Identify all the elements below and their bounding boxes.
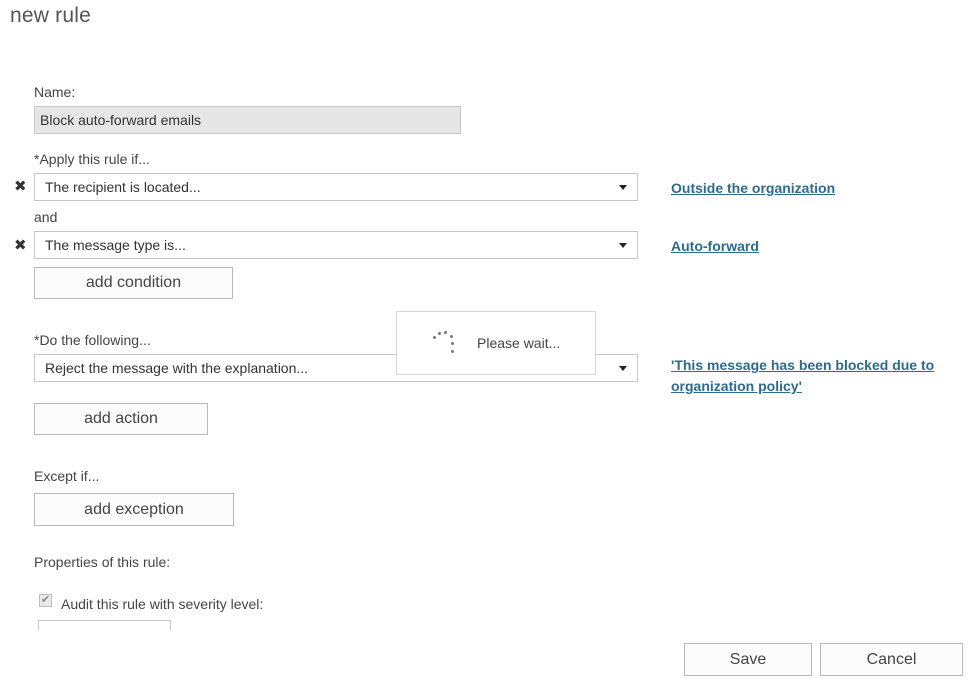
remove-condition-1-x-icon[interactable]: ✖ bbox=[14, 179, 27, 194]
condition-1-value-link[interactable]: Outside the organization bbox=[671, 180, 835, 196]
chevron-down-icon bbox=[619, 184, 627, 190]
actions-label: *Do the following... bbox=[34, 332, 151, 348]
condition-1-select[interactable]: The recipient is located... bbox=[34, 173, 638, 201]
name-label: Name: bbox=[34, 84, 76, 100]
exceptions-label: Except if... bbox=[34, 468, 100, 484]
action-1-value-link[interactable]: 'This message has been blocked due to or… bbox=[671, 355, 961, 397]
page-title: new rule bbox=[10, 4, 91, 27]
severity-level-select[interactable] bbox=[38, 620, 171, 630]
condition-1-select-value: The recipient is located... bbox=[45, 179, 201, 195]
condition-2-value-link[interactable]: Auto-forward bbox=[671, 238, 759, 254]
add-action-button[interactable]: add action bbox=[34, 403, 208, 435]
conditions-label: *Apply this rule if... bbox=[34, 151, 150, 167]
chevron-down-icon bbox=[619, 242, 627, 248]
condition-2-select[interactable]: The message type is... bbox=[34, 231, 638, 259]
conditions-and-label: and bbox=[34, 209, 58, 225]
add-exception-button[interactable]: add exception bbox=[34, 493, 234, 526]
remove-condition-2-x-icon[interactable]: ✖ bbox=[14, 238, 27, 253]
rule-name-input[interactable] bbox=[34, 106, 461, 134]
spinner-icon bbox=[431, 330, 457, 356]
loading-dialog: Please wait... bbox=[396, 311, 596, 375]
save-button[interactable]: Save bbox=[684, 643, 812, 676]
please-wait-text: Please wait... bbox=[477, 335, 561, 351]
properties-label: Properties of this rule: bbox=[34, 554, 171, 570]
audit-label: Audit this rule with severity level: bbox=[61, 596, 264, 612]
checkmark-icon: ✔ bbox=[40, 594, 51, 606]
add-condition-button[interactable]: add condition bbox=[34, 267, 233, 299]
condition-2-select-value: The message type is... bbox=[45, 237, 186, 253]
chevron-down-icon bbox=[619, 365, 627, 371]
audit-checkbox[interactable]: ✔ bbox=[39, 594, 52, 607]
cancel-button[interactable]: Cancel bbox=[820, 643, 963, 676]
